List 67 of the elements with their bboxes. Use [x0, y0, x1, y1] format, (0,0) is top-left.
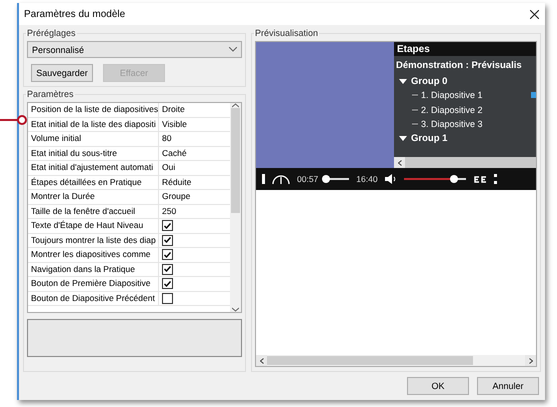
- group-title: Préréglages: [26, 28, 77, 38]
- horizontal-scrollbar[interactable]: [394, 157, 536, 168]
- property-value: Visible: [161, 118, 188, 130]
- current-time: 00:57: [297, 174, 318, 184]
- course-title: Démonstration : Prévisualis: [395, 59, 523, 73]
- checkbox[interactable]: [162, 292, 173, 304]
- property-value: Groupe: [161, 190, 192, 203]
- slide-item[interactable]: 3. Diapositive 3: [421, 119, 483, 130]
- chevron-down-icon[interactable]: [229, 47, 237, 52]
- horizontal-scrollbar[interactable]: [256, 355, 536, 366]
- chevron-down-icon[interactable]: [232, 307, 239, 312]
- group-title: Paramètres: [26, 89, 75, 99]
- property-value: Oui: [161, 161, 176, 174]
- window-title: Paramètres du modèle: [24, 8, 126, 20]
- triangle-down-icon[interactable]: [399, 135, 407, 142]
- volume-icon[interactable]: [384, 174, 397, 184]
- property-name: Bouton de Diapositive Précédent: [28, 292, 159, 305]
- property-name: Volume initial: [28, 132, 159, 146]
- property-name: Bouton de Première Diapositive: [28, 277, 159, 290]
- slide-item[interactable]: 2. Diapositive 2: [421, 104, 483, 115]
- property-value: Réduite: [161, 176, 192, 188]
- tree-branch-icon: [412, 123, 418, 126]
- property-name: Etat initial du sous-titre: [28, 146, 159, 160]
- checkbox[interactable]: [162, 278, 173, 290]
- cancel-button[interactable]: Annuler: [477, 377, 539, 395]
- property-name: Taille de la fenêtre d'accueil: [28, 204, 159, 218]
- current-marker-icon: [531, 92, 536, 98]
- ok-button[interactable]: OK: [407, 377, 469, 395]
- property-name: Montrer la Durée: [28, 190, 159, 204]
- checkbox[interactable]: [162, 234, 173, 246]
- tree-branch-icon: [412, 94, 418, 96]
- preset-dropdown[interactable]: Personnalisé: [27, 41, 242, 58]
- chevron-left-icon[interactable]: [260, 358, 264, 364]
- property-name: Toujours montrer la liste des diap: [28, 234, 159, 247]
- total-time: 16:40: [356, 174, 378, 184]
- save-button[interactable]: Sauvegarder: [31, 64, 93, 82]
- slider-thumb[interactable]: [450, 175, 458, 183]
- property-name: Position de la liste de diapositives: [28, 103, 159, 116]
- speed-icon[interactable]: [272, 174, 290, 184]
- property-name: Montrer les diapositives comme: [28, 248, 159, 262]
- property-name: Etat initial de la liste des diapositi: [28, 118, 159, 131]
- chevron-right-icon[interactable]: [528, 358, 532, 364]
- property-name: Etat initial d'ajustement automati: [28, 161, 159, 174]
- property-value: Droite: [161, 103, 186, 116]
- chevron-up-icon[interactable]: [232, 103, 239, 108]
- property-name: Étapes détaillées en Pratique: [28, 176, 159, 189]
- tree-branch-icon: [412, 108, 418, 111]
- property-name: Texte d'Étape de Haut Niveau: [28, 219, 159, 232]
- checkbox[interactable]: [162, 264, 173, 275]
- triangle-down-icon[interactable]: [399, 78, 407, 84]
- property-name: Navigation dans la Pratique: [28, 262, 159, 276]
- property-value: Caché: [161, 146, 188, 160]
- group-label[interactable]: Group 0: [411, 76, 448, 86]
- close-icon[interactable]: [530, 10, 539, 18]
- property-value: 250: [161, 204, 178, 218]
- slide-item[interactable]: 1. Diapositive 1: [421, 90, 483, 100]
- chevron-left-icon[interactable]: [398, 160, 402, 166]
- group-label[interactable]: Group 1: [411, 133, 448, 144]
- fullscreen-icon[interactable]: [494, 174, 499, 184]
- checkbox[interactable]: [162, 220, 173, 232]
- slider-thumb[interactable]: [322, 175, 330, 183]
- vertical-scrollbar[interactable]: [230, 103, 241, 312]
- property-value: 80: [161, 132, 172, 145]
- checkbox[interactable]: [162, 249, 173, 260]
- group-title: Prévisualisation: [254, 28, 320, 38]
- captions-icon[interactable]: [472, 174, 487, 184]
- panel-title: Etapes: [397, 44, 430, 54]
